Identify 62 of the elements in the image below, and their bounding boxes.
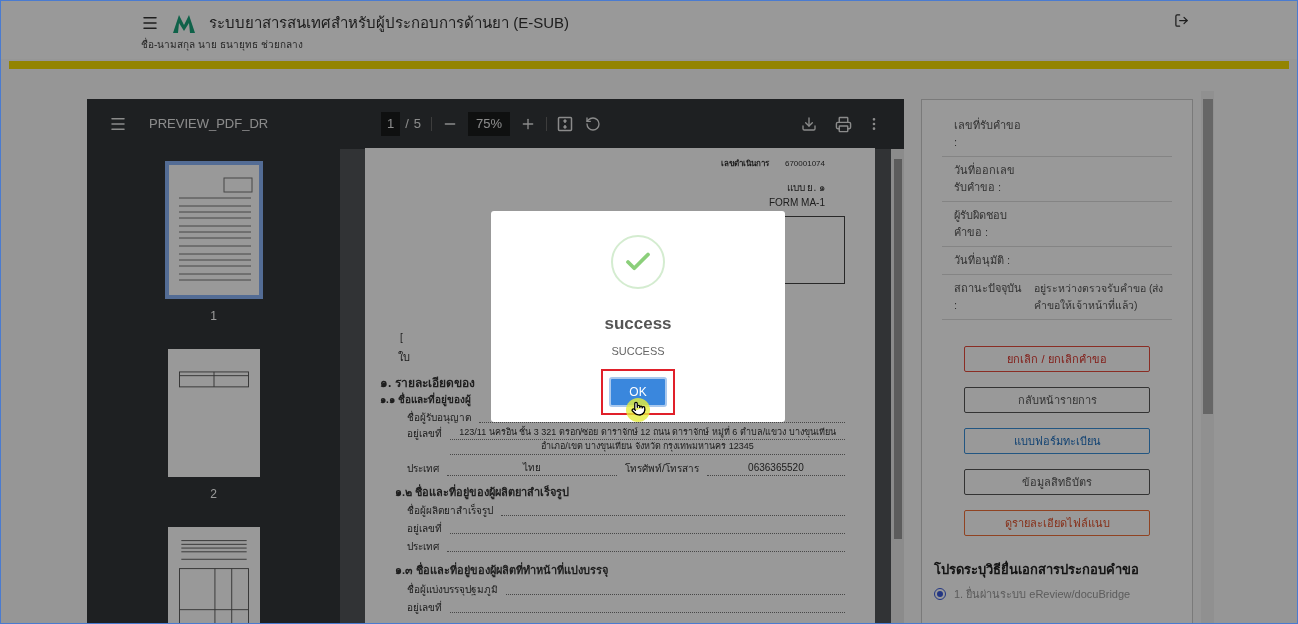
zoom-input[interactable]: 75%: [468, 112, 511, 136]
field-value: อำเภอ/เขต บางขุนเทียน จังหวัด กรุงเทพมหานคร 12345: [450, 440, 845, 455]
action-button[interactable]: ยกเลิก / ยกเลิกคำขอ: [964, 346, 1150, 372]
menu-icon[interactable]: [109, 115, 127, 133]
app-title: ระบบยาสารสนเทศสำหรับผู้ประกอบการด้านยา (E-SUB): [209, 12, 569, 34]
page-thumbnail[interactable]: [167, 349, 260, 477]
logout-icon[interactable]: [1174, 13, 1189, 28]
form-code: FORM MA-1: [768, 196, 825, 210]
page-total: 5: [413, 115, 422, 134]
info-label: เลขที่รับคำขอ :: [954, 117, 1022, 150]
ok-button[interactable]: OK: [609, 377, 667, 407]
field-value: ไทย: [447, 459, 617, 476]
hand-cursor-icon: [631, 401, 646, 416]
dialog-message: SUCCESS: [611, 343, 665, 359]
field-label: ชื่อผู้ผลิตยาสำเร็จรูป: [407, 503, 493, 518]
page-number: 2: [210, 486, 217, 503]
info-label: สถานะปัจจุบัน :: [954, 281, 1023, 313]
form-code: แบบ ย. ๑: [786, 181, 825, 195]
field-label: ชื่อผู้แบ่งบรรจุปฐมภูมิ: [407, 581, 498, 597]
menu-icon[interactable]: [141, 14, 159, 32]
info-label: วันที่ออกเลขรับคำขอ :: [954, 162, 1016, 195]
info-label: ผู้รับผิดชอบคำขอ :: [954, 208, 1008, 240]
file-name: PREVIEW_PDF_DR: [149, 115, 270, 134]
field-label: ประเทศ: [407, 540, 439, 554]
fit-page-icon[interactable]: [557, 116, 574, 132]
field-label: ประเทศ: [407, 461, 439, 476]
field-label: ชื่อผู้รับอนุญาต: [407, 409, 471, 425]
subsection-title: ๑.๑ ชื่อและที่อยู่ของผู้: [380, 391, 471, 407]
field-label: โทรศัพท์/โทรสาร: [625, 461, 699, 476]
scrollbar[interactable]: [891, 149, 904, 623]
section-title: ๑. รายละเอียดของ: [380, 374, 475, 392]
field-value: 0636365520: [706, 459, 845, 476]
page-thumbnail[interactable]: [167, 527, 260, 623]
rotate-icon[interactable]: [585, 116, 602, 132]
page-thumbnail[interactable]: [164, 161, 263, 299]
field-label: อยู่เลขที่: [407, 425, 442, 442]
subsection-title: ๑.๒ ชื่อและที่อยู่ของผู้ผลิตยาสำเร็จรูป: [395, 483, 570, 500]
action-button[interactable]: แบบฟอร์มทะเบียน: [964, 428, 1150, 454]
print-icon[interactable]: [835, 115, 852, 133]
scrollbar[interactable]: [1201, 91, 1214, 623]
action-button[interactable]: กลับหน้ารายการ: [964, 387, 1150, 413]
subsection-title: ๑.๓ ชื่อและที่อยู่ของผู้ผลิตที่ทำหน้าที่แบ่งบรรจุ: [395, 562, 609, 579]
dialog-title: success: [604, 313, 672, 335]
page-separator: /: [405, 115, 409, 134]
user-name: ชื่อ-นามสกุล นาย ธนายุทธ ช่วยกลาง: [141, 37, 304, 52]
section-heading: โปรดระบุวิธียื่นเอกสารประกอบคำขอ: [934, 560, 1140, 580]
ref-label: เลขดำเนินการ: [720, 158, 769, 170]
info-label: วันที่อนุมัติ :: [954, 252, 1012, 269]
field-label: อยู่เลขที่: [407, 599, 442, 615]
download-icon[interactable]: [801, 116, 817, 132]
action-button[interactable]: ข้อมูลสิทธิบัตร: [964, 469, 1150, 495]
document-text: [: [400, 331, 403, 345]
page-input[interactable]: 1: [381, 112, 401, 136]
document-text: ใบ: [398, 350, 410, 365]
success-check-icon: [611, 235, 665, 289]
ref-number: 670001074: [784, 158, 825, 170]
page-number: 1: [210, 308, 217, 325]
radio-label: 1. ยื่นผ่านระบบ eReview/docuBridge: [954, 585, 1131, 602]
field-label: อยู่เลขที่: [407, 521, 442, 536]
info-value: อยู่ระหว่างตรวจรับคำขอ (ส่งคำขอให้เจ้าหน้าที่แล้ว): [1034, 281, 1165, 313]
action-button[interactable]: ดูรายละเอียดไฟล์แนบ: [964, 510, 1150, 536]
field-value: 123/11 นครอิน ชั้น 3 321 ตรอก/ซอย ดาราจักษ์ 12 ถนน ดาราจักษ์ หมู่ที่ 6 ตำบล/แขวง บางขุนเทียน: [450, 425, 845, 440]
